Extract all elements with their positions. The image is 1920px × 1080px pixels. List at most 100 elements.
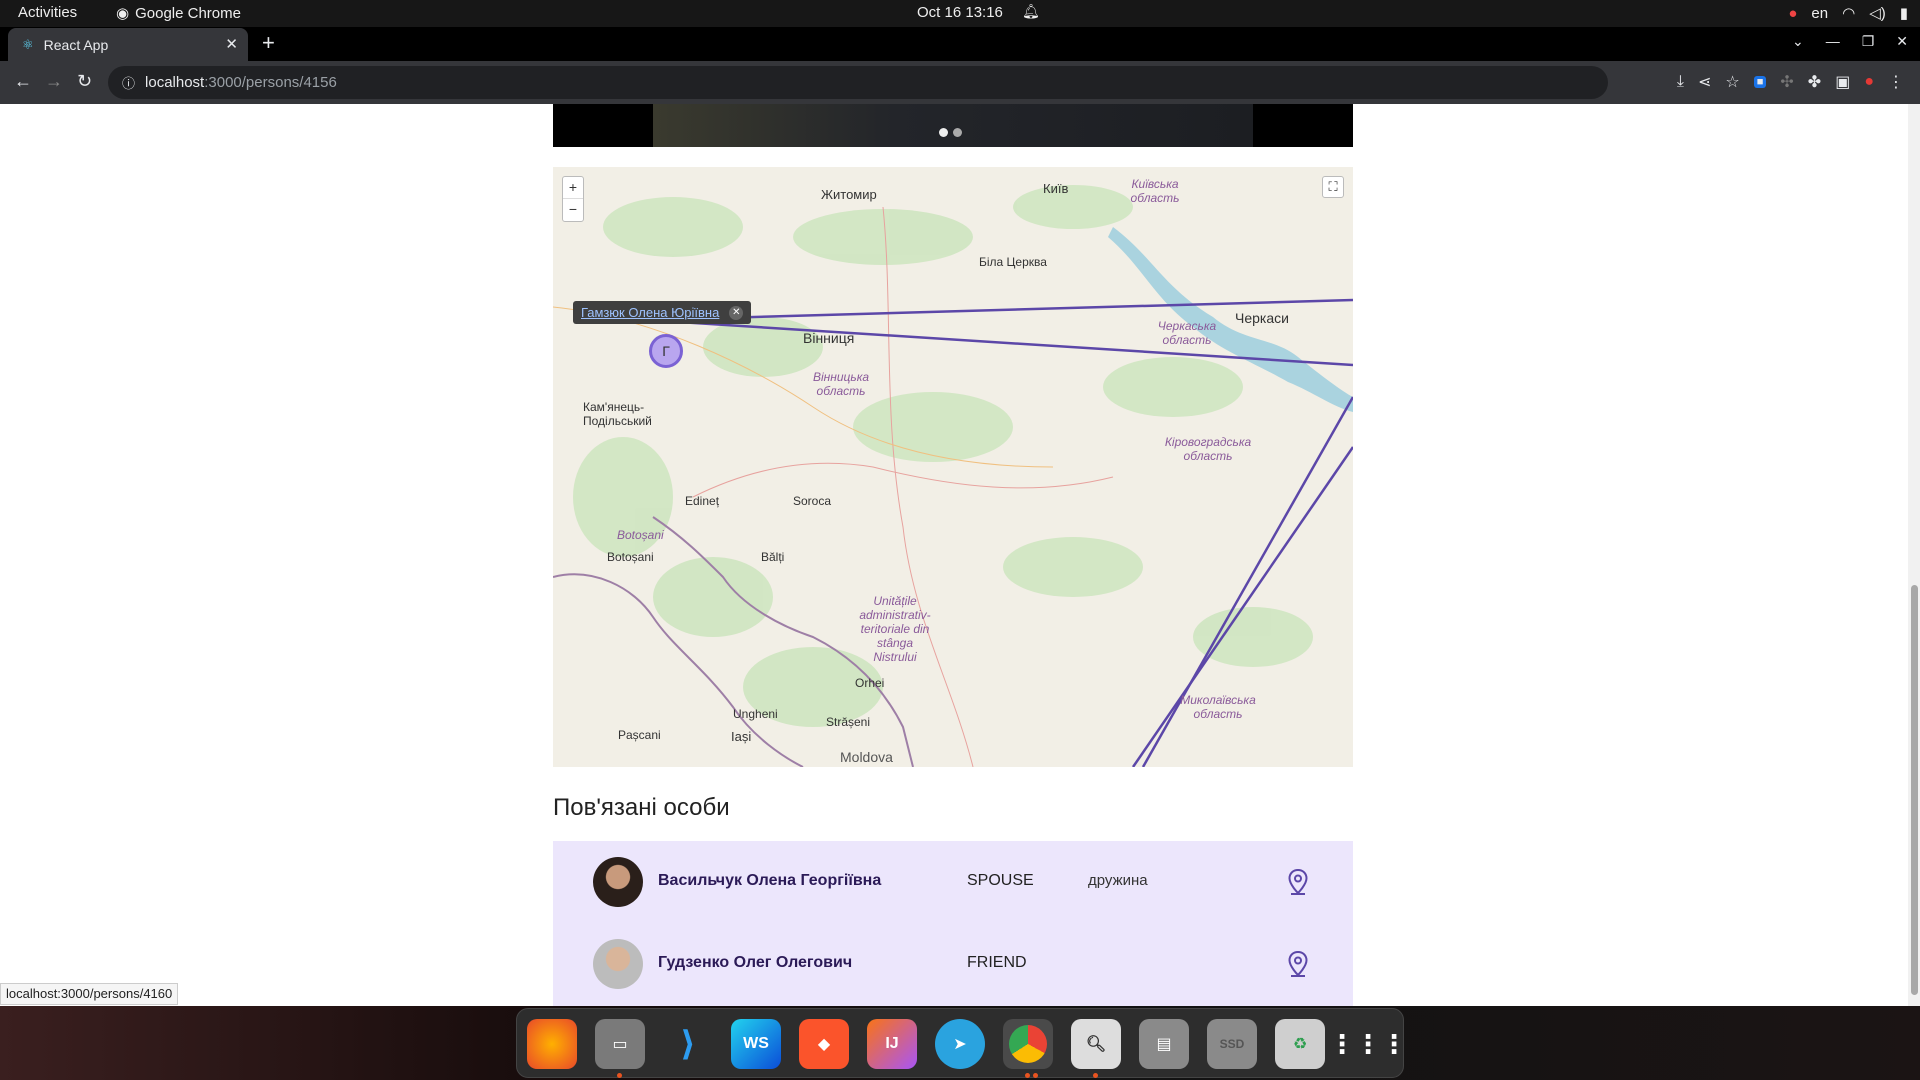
person-name[interactable]: Гудзенко Олег Олегович	[658, 954, 852, 972]
tab-title: React App	[43, 36, 109, 53]
related-persons-list: Васильчук Олена Георгіївна SPOUSE дружин…	[553, 841, 1353, 1006]
firefox-icon[interactable]	[527, 1019, 577, 1069]
telegram-icon[interactable]: ➤	[935, 1019, 985, 1069]
map-region-label: Миколаївська область	[1180, 693, 1256, 721]
webstorm-icon[interactable]: WS	[731, 1019, 781, 1069]
map-region-label: Вінницька область	[812, 370, 870, 398]
relation-type: SPOUSE	[967, 872, 1034, 889]
carousel-dot[interactable]	[953, 128, 962, 137]
scrollbar-thumb[interactable]	[1911, 585, 1918, 995]
indicator-icon[interactable]: ●	[1788, 5, 1797, 22]
disk-icon[interactable]: ▤	[1139, 1019, 1189, 1069]
location-pin-icon[interactable]	[1288, 951, 1308, 977]
map[interactable]: Житомир Київ Біла Церква Вінниця Черкаси…	[553, 167, 1353, 767]
side-panel-icon[interactable]: ▣	[1835, 72, 1850, 92]
map-city-label: Житомир	[821, 187, 877, 202]
extension-grey-icon[interactable]: ✣	[1780, 72, 1793, 92]
map-region-label: Черкаська область	[1157, 319, 1217, 347]
brave-icon[interactable]: ◆	[799, 1019, 849, 1069]
window-controls: ⌄ — ❐ ✕	[1792, 33, 1908, 50]
fullscreen-icon[interactable]: ⛶	[1322, 176, 1344, 198]
clock[interactable]: Oct 16 13:16	[917, 4, 1003, 21]
zoom-control: + −	[562, 176, 584, 222]
maximize-icon[interactable]: ❐	[1862, 33, 1875, 50]
link-status-bubble: localhost:3000/persons/4160	[0, 983, 179, 1005]
system-top-bar: Activities ◉ Google Chrome Oct 16 13:16 🔔…	[0, 0, 1920, 27]
running-indicator	[1033, 1073, 1038, 1078]
active-app-menu[interactable]: ◉ Google Chrome	[116, 4, 241, 23]
map-tiles	[553, 167, 1353, 767]
map-city-label: Soroca	[793, 494, 832, 508]
tab-search-icon[interactable]: ⌄	[1792, 33, 1804, 50]
url-host: localhost	[145, 74, 205, 91]
profile-avatar[interactable]: ●	[1864, 73, 1874, 91]
list-item[interactable]: Гудзенко Олег Олегович FRIEND	[553, 924, 1353, 1004]
carousel-dot[interactable]	[939, 128, 948, 137]
tab-strip	[0, 27, 1920, 61]
page-viewport: Житомир Київ Біла Церква Вінниця Черкаси…	[0, 104, 1920, 1006]
install-icon[interactable]: ⤓	[1677, 73, 1684, 91]
extension-new-icon[interactable]: ■	[1753, 76, 1767, 88]
map-region-label: Кіровоградська область	[1164, 435, 1252, 463]
close-window-icon[interactable]: ✕	[1896, 33, 1908, 50]
popup-person-link[interactable]: Гамзюк Олена Юріївна	[581, 305, 719, 320]
files-icon[interactable]: ▭	[595, 1019, 645, 1069]
ssd-icon[interactable]: SSD	[1207, 1019, 1257, 1069]
map-city-label: Botoșani	[607, 550, 654, 564]
system-tray[interactable]: ● en ◠ ◁) ▮	[1788, 4, 1908, 23]
relation-description: дружина	[1088, 872, 1148, 889]
zoom-out-button[interactable]: −	[563, 199, 583, 221]
map-city-label: Edineț	[685, 494, 720, 508]
browser-tab[interactable]: ⚛ React App ✕	[8, 28, 248, 61]
chrome-icon[interactable]	[1003, 1019, 1053, 1069]
app-grid-icon[interactable]: ⋮⋮⋮	[1329, 1019, 1407, 1069]
zoom-in-button[interactable]: +	[563, 177, 583, 199]
minimize-icon[interactable]: —	[1826, 33, 1840, 50]
battery-icon[interactable]: ▮	[1900, 4, 1908, 22]
image-viewer-icon[interactable]: 🔍︎	[1071, 1019, 1121, 1069]
notification-bell-icon[interactable]: 🔔︎	[1022, 3, 1040, 20]
new-tab-button[interactable]: +	[262, 30, 275, 56]
language-indicator[interactable]: en	[1811, 5, 1828, 22]
carousel-dots	[939, 128, 962, 137]
site-info-icon[interactable]: ⓘ	[122, 73, 135, 92]
map-city-label: Вінниця	[803, 330, 855, 346]
avatar[interactable]	[593, 857, 643, 907]
extensions-puzzle-icon[interactable]: ✤	[1808, 72, 1821, 92]
chrome-menu-icon[interactable]: ⋮	[1888, 72, 1904, 92]
chrome-small-icon: ◉	[116, 5, 130, 22]
active-app-name: Google Chrome	[135, 4, 241, 22]
marker-popup: Гамзюк Олена Юріївна ✕	[573, 301, 752, 324]
trash-icon[interactable]: ♻	[1275, 1019, 1325, 1069]
share-icon[interactable]: ⋖	[1698, 72, 1711, 92]
url-path: :3000/persons/4156	[204, 74, 337, 91]
bookmark-star-icon[interactable]: ☆	[1725, 72, 1739, 92]
extension-area: ⤓ ⋖ ☆ ■ ✣ ✤ ▣ ● ⋮	[1677, 72, 1904, 92]
forward-icon[interactable]: →	[45, 71, 63, 92]
running-indicator	[1093, 1073, 1098, 1078]
map-country-label: Moldova	[840, 749, 893, 765]
map-city-label: Біла Церква	[979, 255, 1047, 269]
intellij-icon[interactable]: IJ	[867, 1019, 917, 1069]
vscode-icon[interactable]: ⟩	[663, 1019, 713, 1069]
back-icon[interactable]: ←	[14, 71, 32, 92]
running-indicator	[1025, 1073, 1030, 1078]
avatar[interactable]	[593, 939, 643, 989]
photo-carousel[interactable]	[553, 104, 1353, 147]
map-city-label: Pașcani	[618, 728, 661, 742]
reload-icon[interactable]: ↻	[77, 71, 92, 92]
person-map-marker[interactable]: Г	[649, 334, 683, 368]
close-popup-icon[interactable]: ✕	[729, 305, 744, 320]
close-tab-icon[interactable]: ✕	[225, 35, 238, 53]
person-name[interactable]: Васильчук Олена Георгіївна	[658, 872, 881, 890]
map-city-label: Кам'янець-Подільський	[583, 400, 652, 428]
map-city-label: Iași	[731, 729, 752, 744]
volume-icon[interactable]: ◁)	[1869, 4, 1886, 22]
activities-button[interactable]: Activities	[18, 4, 77, 21]
wifi-icon[interactable]: ◠	[1842, 4, 1855, 22]
list-item[interactable]: Васильчук Олена Георгіївна SPOUSE дружин…	[553, 842, 1353, 922]
dock: ▭ ⟩ WS ◆ IJ ➤ 🔍︎ ▤ SSD ♻ ⋮⋮⋮	[516, 1008, 1407, 1078]
map-city-label: Черкаси	[1235, 310, 1289, 326]
location-pin-icon[interactable]	[1288, 869, 1308, 895]
address-bar[interactable]: ⓘ localhost:3000/persons/4156	[108, 66, 1608, 99]
